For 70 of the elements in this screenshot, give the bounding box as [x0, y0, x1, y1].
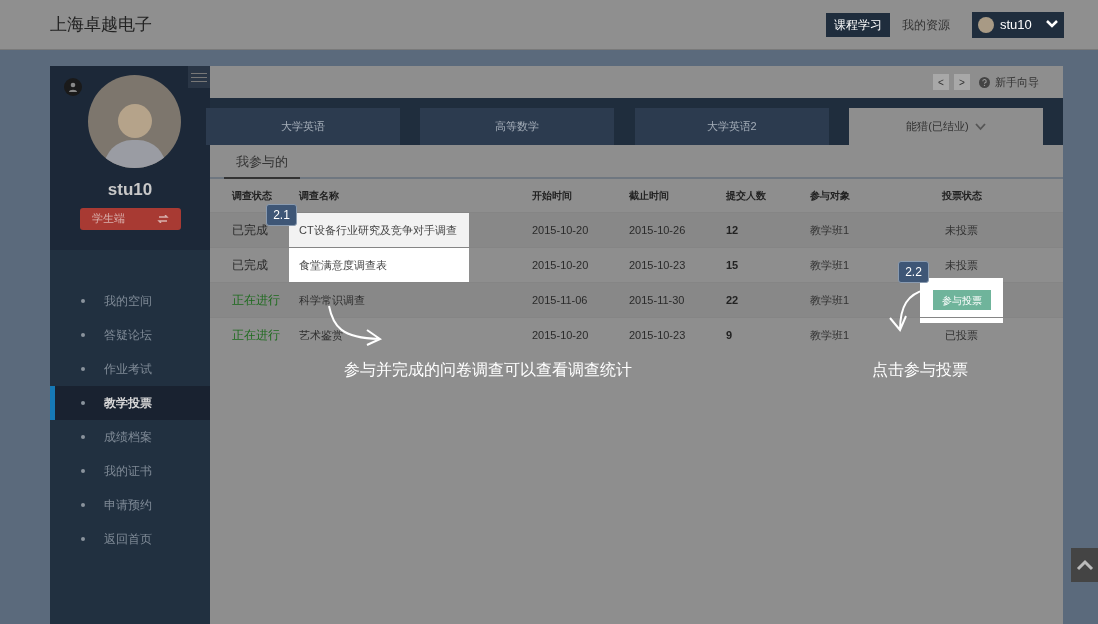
sidebar-item[interactable]: 作业考试 [50, 351, 210, 386]
column-header: 参与对象 [810, 190, 850, 201]
nav-link[interactable]: 课程学习 [826, 12, 890, 37]
menu-icon[interactable] [188, 66, 210, 88]
column-header: 截止时间 [629, 190, 669, 201]
status-cell: 正在进行 [232, 293, 280, 307]
course-tab[interactable]: 大学英语2 [634, 108, 829, 145]
step-badge: 2.2 [898, 261, 929, 283]
course-tab[interactable]: 大学英语 [206, 108, 400, 145]
course-tab[interactable]: 高等数学 [420, 108, 615, 145]
start-date: 2015-11-06 [532, 293, 588, 306]
status-cell: 正在进行 [232, 328, 280, 342]
guide-caption: 参与并完成的问卷调查可以查看调查统计 [344, 360, 632, 380]
sidebar-item[interactable]: 我的空间 [50, 283, 210, 318]
avatar-icon [978, 16, 994, 33]
column-header: 调查状态 [232, 190, 272, 201]
submission-count: 15 [726, 258, 739, 271]
start-date: 2015-10-20 [532, 328, 589, 341]
target-class: 教学班1 [810, 223, 850, 236]
submission-count: 12 [726, 223, 739, 236]
previous-button[interactable]: < [933, 74, 949, 90]
start-date: 2015-10-20 [532, 258, 589, 271]
sidebar-item[interactable]: 申请预约 [50, 487, 210, 522]
end-date: 2015-11-30 [629, 293, 685, 306]
nav-link[interactable]: 我的资源 [894, 12, 958, 37]
submission-count: 9 [726, 328, 733, 341]
beginner-guide-link[interactable]: 新手向导 [995, 73, 1039, 91]
step-badge: 2.1 [266, 204, 297, 226]
help-icon [979, 76, 990, 88]
survey-name[interactable]: 食堂满意度调查表 [289, 248, 469, 282]
vote-status: 已投票 [945, 327, 978, 343]
sub-tab[interactable]: 我参与的 [224, 147, 300, 179]
role-switch-button[interactable]: 学生端 [79, 207, 181, 230]
chevron-down-icon [974, 122, 986, 131]
username: stu10 [106, 179, 154, 201]
user-icon [64, 78, 82, 96]
sidebar-item[interactable]: 答疑论坛 [50, 317, 210, 352]
status-cell: 已完成 [232, 258, 268, 272]
guide-caption: 点击参与投票 [872, 360, 968, 380]
end-date: 2015-10-23 [629, 258, 686, 271]
column-header: 投票状态 [941, 190, 982, 201]
scroll-to-top-button[interactable] [1071, 548, 1098, 582]
vote-button[interactable]: 参与投票 [932, 290, 991, 310]
next-button[interactable]: > [954, 74, 970, 90]
status-cell: 已完成 [232, 223, 268, 237]
sidebar-item[interactable]: 返回首页 [50, 521, 210, 556]
end-date: 2015-10-23 [629, 328, 686, 341]
user-menu[interactable]: stu10 [972, 11, 1064, 38]
column-header: 开始时间 [532, 190, 572, 201]
survey-name[interactable]: 科学常识调查 [299, 283, 365, 317]
swap-icon [156, 214, 169, 223]
chevron-down-icon [1046, 20, 1058, 29]
survey-name[interactable]: 艺术鉴赏 [299, 318, 343, 352]
chevron-up-icon [1075, 559, 1094, 571]
target-class: 教学班1 [810, 258, 850, 271]
brand-title: 上海卓越电子 [50, 13, 152, 36]
sidebar-item[interactable]: 成绩档案 [50, 419, 210, 454]
sidebar-item[interactable]: 我的证书 [50, 453, 210, 488]
vote-status: 未投票 [945, 222, 978, 238]
submission-count: 22 [726, 293, 739, 306]
column-header: 提交人数 [726, 190, 766, 201]
course-tab[interactable]: 能猎(已结业) [849, 108, 1043, 145]
start-date: 2015-10-20 [532, 223, 589, 236]
target-class: 教学班1 [810, 293, 850, 306]
end-date: 2015-10-26 [629, 223, 686, 236]
target-class: 教学班1 [810, 328, 850, 341]
vote-status: 未投票 [945, 257, 978, 273]
survey-name[interactable]: CT设备行业研究及竞争对手调查 [289, 213, 469, 247]
column-header: 调查名称 [299, 190, 339, 201]
sidebar-item[interactable]: 教学投票 [50, 385, 210, 420]
